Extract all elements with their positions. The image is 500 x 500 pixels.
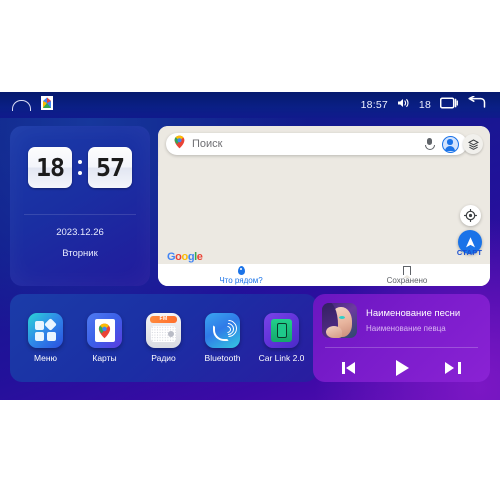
music-player-widget[interactable]: Наименование песни Наименование певца [313, 294, 490, 382]
music-now-playing: Наименование песни Наименование певца [313, 294, 490, 338]
layers-icon[interactable] [463, 134, 483, 154]
volume-icon[interactable] [397, 96, 410, 114]
google-maps-pin-icon[interactable] [41, 95, 53, 115]
recents-icon[interactable] [439, 96, 458, 114]
volume-level: 18 [418, 99, 431, 111]
app-maps-label: Карты [92, 353, 117, 363]
clock-colon [77, 160, 83, 175]
map-search-placeholder[interactable]: Поиск [185, 138, 425, 150]
map-tab-nearby[interactable]: Что рядом? [158, 264, 324, 286]
car-link-icon [264, 313, 299, 348]
home-icon[interactable] [12, 99, 31, 111]
status-bar-right: 18:57 18 [360, 95, 500, 114]
app-radio-label: Радио [151, 353, 176, 363]
radio-band-label: FM [150, 316, 177, 323]
start-navigation-label: СТАРТ [456, 248, 483, 257]
clock-date: 2023.12.26 [56, 227, 104, 238]
map-tab-nearby-label: Что рядом? [219, 275, 263, 285]
app-car-link[interactable]: Car Link 2.0 [256, 313, 308, 363]
flip-clock: 18 57 [10, 126, 150, 188]
status-time: 18:57 [360, 99, 388, 111]
map-search-bar[interactable]: Поиск [166, 133, 467, 155]
location-pin-icon [237, 265, 245, 275]
maps-widget[interactable]: Поиск СТАРТ Google Что рядом? Сохранено [158, 126, 490, 286]
back-arrow-icon[interactable] [467, 95, 486, 114]
bookmark-icon [402, 265, 411, 278]
clock-minutes-box: 57 [88, 147, 132, 188]
map-tab-saved[interactable]: Сохранено [324, 264, 490, 286]
clock-hours: 18 [35, 153, 65, 182]
radio-icon: FM [146, 313, 181, 348]
music-controls [313, 348, 490, 379]
app-dock: Меню Карты FM Радио Bluetooth Car Link 2… [10, 294, 317, 382]
map-bottom-tabs: Что рядом? Сохранено [158, 264, 490, 286]
status-bar-left [0, 95, 53, 115]
app-bluetooth[interactable]: Bluetooth [197, 313, 249, 363]
next-track-button[interactable] [441, 359, 463, 377]
app-car-link-label: Car Link 2.0 [258, 353, 305, 363]
play-button[interactable] [388, 357, 414, 379]
compass-icon[interactable] [460, 205, 481, 226]
clock-weekday: Вторник [62, 248, 98, 259]
bluetooth-phone-icon [205, 313, 240, 348]
menu-grid-icon [28, 313, 63, 348]
app-radio[interactable]: FM Радио [138, 313, 190, 363]
clock-divider [24, 214, 136, 215]
clock-hours-box: 18 [28, 147, 72, 188]
song-title: Наименование песни [366, 308, 461, 319]
app-menu[interactable]: Меню [20, 313, 72, 363]
previous-track-button[interactable] [340, 359, 362, 377]
album-art [322, 303, 357, 338]
app-bluetooth-label: Bluetooth [204, 353, 241, 363]
google-maps-pin-icon [174, 135, 185, 154]
status-bar: 18:57 18 [0, 92, 500, 118]
car-head-unit-home-screen: 18:57 18 18 57 2023.12.26 Вторник Поиск … [0, 92, 500, 400]
music-metadata: Наименование песни Наименование певца [366, 308, 460, 333]
clock-minutes: 57 [95, 153, 125, 182]
maps-icon [87, 313, 122, 348]
microphone-icon[interactable] [425, 138, 435, 150]
account-avatar-icon[interactable] [442, 135, 459, 153]
google-logo: Google [167, 251, 203, 263]
app-maps[interactable]: Карты [79, 313, 131, 363]
song-artist: Наименование певца [366, 324, 446, 333]
clock-widget[interactable]: 18 57 2023.12.26 Вторник [10, 126, 150, 286]
app-menu-label: Меню [34, 353, 57, 363]
